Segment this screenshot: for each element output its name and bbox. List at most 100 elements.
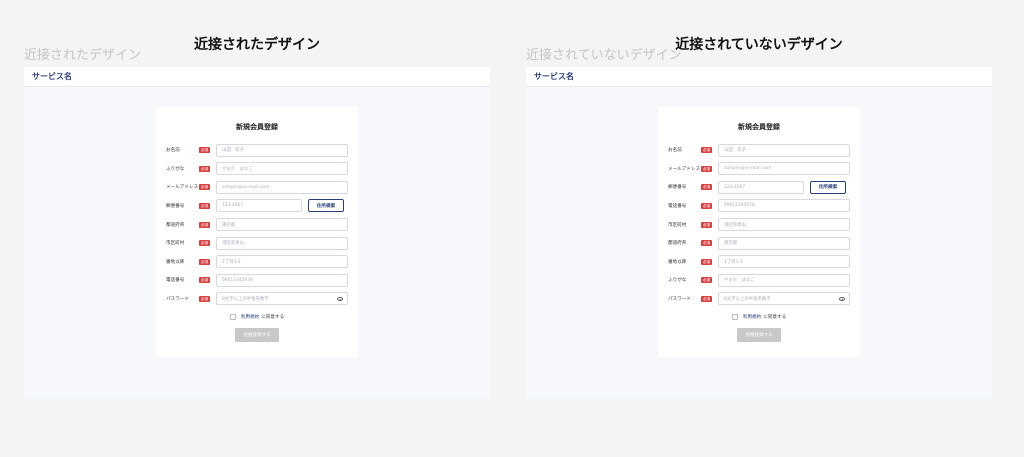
- form-rows: お名前 必須 山田 花子 ふりがな 必須 やまだ はなこ メールアドレス 必須 …: [166, 143, 348, 310]
- phone-input[interactable]: 09012345678: [718, 199, 850, 213]
- required-badge: 必須: [199, 258, 210, 265]
- prefecture-input[interactable]: 東京都: [216, 218, 348, 231]
- field-label: 郵便番号: [668, 185, 687, 191]
- required-badge: 必須: [199, 277, 210, 284]
- field-label: パスワード: [668, 296, 691, 302]
- signup-form-card: 新規会員登録 お名前 必須 山田 花子 メールアドレス 必須 sample@ex…: [658, 107, 860, 357]
- terms-agreement: 利用規約 に同意する: [156, 314, 358, 320]
- field-label: 郵便番号: [166, 203, 185, 209]
- password-placeholder: 8文字以上の半角英数字: [222, 296, 269, 302]
- prefecture-input[interactable]: 東京都: [718, 236, 850, 250]
- panel-heading: 近接されていないデザイン: [675, 37, 843, 53]
- agree-text: に同意する: [763, 315, 787, 320]
- form-row-prefecture: 都道府県 必須 東京都: [166, 217, 348, 231]
- phone-input[interactable]: 09012345678: [216, 273, 348, 287]
- service-name: サービス名: [534, 72, 574, 81]
- panel-heading: 近接されたデザイン: [194, 37, 320, 53]
- form-row-name: お名前 必須 山田 花子: [668, 143, 850, 157]
- address-search-button[interactable]: 住所検索: [810, 180, 846, 194]
- field-label: 都道府県: [166, 222, 185, 228]
- required-badge: 必須: [199, 147, 210, 154]
- required-badge: 必須: [701, 277, 712, 284]
- form-row-password: パスワード 必須 8文字以上の半角英数字: [166, 292, 348, 306]
- required-badge: 必須: [199, 184, 210, 191]
- app-header: サービス名: [24, 67, 490, 87]
- terms-agreement: 利用規約 に同意する: [658, 314, 860, 320]
- address-search-button[interactable]: 住所検索: [308, 199, 344, 213]
- field-label: ふりがな: [668, 278, 687, 284]
- form-row-name: お名前 必須 山田 花子: [166, 143, 348, 157]
- street-input[interactable]: 1丁目1-1: [718, 255, 850, 269]
- app-header: サービス名: [526, 67, 992, 87]
- password-input[interactable]: 8文字以上の半角英数字: [216, 292, 348, 306]
- field-label: お名前: [668, 148, 682, 154]
- form-row-postal: 郵便番号 必須 123-4567 住所検索: [166, 199, 348, 213]
- register-button[interactable]: 会員登録する: [235, 328, 279, 342]
- terms-link[interactable]: 利用規約: [743, 314, 761, 320]
- form-row-street: 番地以降 必須 1丁目1-1: [166, 254, 348, 269]
- required-badge: 必須: [701, 240, 712, 247]
- terms-checkbox[interactable]: [229, 314, 236, 320]
- left-panel: 近接されたデザイン 近接されたデザイン サービス名 新規会員登録 お名前 必須 …: [24, 0, 490, 400]
- field-label: 番地以降: [166, 259, 185, 265]
- required-badge: 必須: [199, 165, 210, 172]
- furigana-input[interactable]: やまだ はなこ: [216, 162, 348, 176]
- field-label: 番地以降: [668, 259, 687, 265]
- name-input[interactable]: 山田 花子: [718, 143, 850, 157]
- form-title: 新規会員登録: [738, 123, 780, 131]
- field-label: 都道府県: [668, 241, 687, 247]
- field-label: 電話番号: [166, 278, 185, 284]
- field-label: 電話番号: [668, 203, 687, 209]
- field-label: メールアドレス: [668, 166, 701, 172]
- form-row-furigana: ふりがな 必須 やまだ はなこ: [668, 273, 850, 287]
- field-label: ふりがな: [166, 166, 185, 172]
- signup-form-card: 新規会員登録 お名前 必須 山田 花子 ふりがな 必須 やまだ はなこ メールア…: [156, 107, 358, 357]
- form-title: 新規会員登録: [236, 123, 278, 131]
- field-label: パスワード: [166, 296, 189, 302]
- name-input[interactable]: 山田 花子: [216, 143, 348, 157]
- required-badge: 必須: [199, 202, 210, 209]
- eye-icon[interactable]: [337, 297, 343, 302]
- form-row-street: 番地以降 必須 1丁目1-1: [668, 254, 850, 269]
- register-button[interactable]: 会員登録する: [737, 328, 781, 342]
- field-label: お名前: [166, 148, 180, 154]
- furigana-input[interactable]: やまだ はなこ: [718, 273, 850, 287]
- form-row-phone: 電話番号 必須 09012345678: [668, 199, 850, 213]
- required-badge: 必須: [701, 258, 712, 265]
- password-placeholder: 8文字以上の半角英数字: [724, 296, 771, 302]
- form-row-city: 市区町村 必須 港区南青山: [668, 217, 850, 231]
- form-row-email: メールアドレス 必須 sample@ex-mail.com: [668, 162, 850, 176]
- postal-code-input[interactable]: 123-4567: [216, 199, 302, 213]
- required-badge: 必須: [701, 295, 712, 302]
- required-badge: 必須: [701, 202, 712, 209]
- service-name: サービス名: [32, 72, 72, 81]
- form-row-postal: 郵便番号 必須 123-4567 住所検索: [668, 180, 850, 194]
- eye-icon[interactable]: [839, 297, 845, 302]
- city-input[interactable]: 港区南青山: [216, 236, 348, 250]
- required-badge: 必須: [701, 165, 712, 172]
- email-input[interactable]: sample@ex-mail.com: [718, 162, 850, 176]
- right-panel: 近接されていないデザイン 近接されていないデザイン サービス名 新規会員登録 お…: [526, 0, 992, 400]
- form-row-email: メールアドレス 必須 sample@ex-mail.com: [166, 180, 348, 194]
- postal-code-input[interactable]: 123-4567: [718, 180, 804, 194]
- terms-checkbox[interactable]: [731, 314, 738, 320]
- app-mock: サービス名 新規会員登録 お名前 必須 山田 花子 メールアドレス 必須 sam…: [526, 67, 992, 398]
- required-badge: 必須: [199, 240, 210, 247]
- agree-text: に同意する: [261, 315, 285, 320]
- form-row-prefecture: 都道府県 必須 東京都: [668, 236, 850, 250]
- form-row-city: 市区町村 必須 港区南青山: [166, 236, 348, 250]
- required-badge: 必須: [199, 221, 210, 228]
- email-input[interactable]: sample@ex-mail.com: [216, 180, 348, 194]
- street-input[interactable]: 1丁目1-1: [216, 255, 348, 269]
- required-badge: 必須: [701, 184, 712, 191]
- form-rows: お名前 必須 山田 花子 メールアドレス 必須 sample@ex-mail.c…: [668, 143, 850, 310]
- required-badge: 必須: [701, 221, 712, 228]
- terms-link[interactable]: 利用規約: [241, 314, 259, 320]
- form-row-furigana: ふりがな 必須 やまだ はなこ: [166, 162, 348, 176]
- required-badge: 必須: [701, 147, 712, 154]
- required-badge: 必須: [199, 295, 210, 302]
- city-input[interactable]: 港区南青山: [718, 218, 850, 231]
- app-mock: サービス名 新規会員登録 お名前 必須 山田 花子 ふりがな 必須 やまだ はな…: [24, 67, 490, 398]
- field-label: 市区町村: [668, 222, 687, 228]
- password-input[interactable]: 8文字以上の半角英数字: [718, 292, 850, 306]
